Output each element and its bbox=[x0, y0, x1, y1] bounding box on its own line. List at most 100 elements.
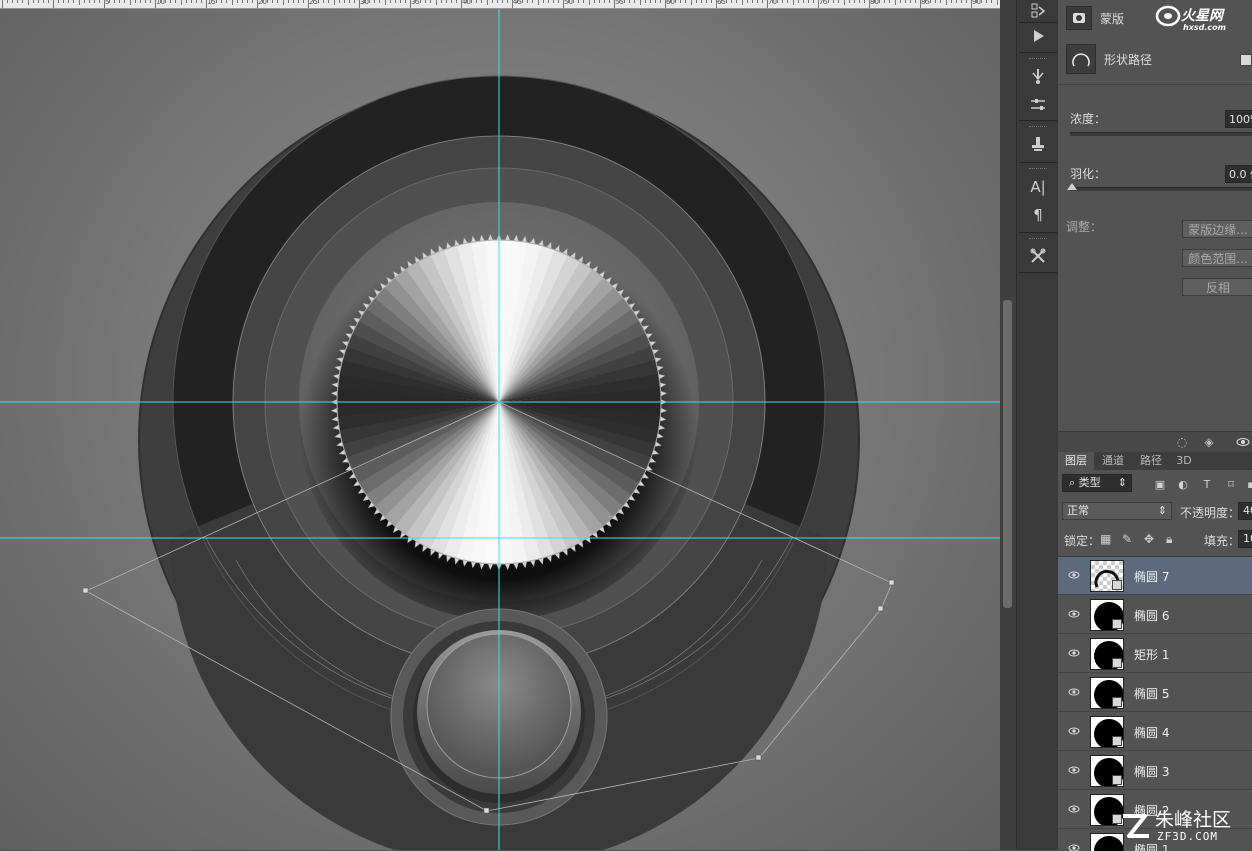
feather-slider[interactable] bbox=[1070, 187, 1252, 191]
vector-mask-icon[interactable] bbox=[1240, 54, 1252, 66]
ruler-tick bbox=[736, 0, 738, 3]
apply-mask-icon[interactable]: ◈ bbox=[1202, 435, 1216, 449]
visibility-eye-icon[interactable] bbox=[1236, 435, 1250, 449]
ruler-label: 40 bbox=[462, 0, 471, 6]
blend-mode-value: 正常 bbox=[1067, 504, 1089, 517]
knob-artwork bbox=[0, 8, 1000, 850]
ruler-tick bbox=[318, 0, 320, 3]
lock-transparent-icon[interactable]: ▦ bbox=[1100, 532, 1111, 546]
ruler-tick bbox=[904, 0, 906, 3]
ruler-tick bbox=[899, 0, 901, 3]
ruler-tick bbox=[42, 0, 44, 3]
ruler-tick bbox=[930, 0, 932, 3]
visibility-eye-icon[interactable] bbox=[1068, 608, 1080, 620]
zf3d-watermark: 朱峰社区 ZF3D.COM bbox=[1123, 809, 1231, 843]
filter-shape-icon[interactable]: ⌑ bbox=[1224, 478, 1238, 492]
feather-slider-knob[interactable] bbox=[1067, 183, 1077, 190]
tool-presets-icon[interactable] bbox=[1023, 245, 1053, 267]
layer-row[interactable]: 椭圆 4 bbox=[1058, 713, 1252, 751]
mask-mode-row[interactable]: 蒙版 bbox=[1066, 6, 1124, 30]
character-icon[interactable]: A| bbox=[1023, 176, 1053, 198]
filter-type-icon[interactable]: T bbox=[1200, 478, 1214, 492]
ruler-label: 35 bbox=[411, 0, 420, 6]
opacity-label: 不透明度： bbox=[1180, 506, 1241, 520]
fill-input[interactable]: 10 bbox=[1238, 530, 1252, 548]
ruler-tick bbox=[144, 0, 146, 3]
lock-paint-icon[interactable]: ✎ bbox=[1122, 532, 1132, 546]
density-input[interactable]: 100% bbox=[1225, 110, 1252, 128]
ruler-tick bbox=[450, 0, 452, 3]
panel-dock: A| ¶ bbox=[1016, 0, 1060, 850]
filter-pixel-icon[interactable]: ▣ bbox=[1153, 478, 1167, 492]
filter-smart-object-icon[interactable]: ▪ bbox=[1244, 478, 1252, 492]
lock-position-icon[interactable]: ✥ bbox=[1144, 532, 1154, 546]
clone-source-icon[interactable] bbox=[1023, 133, 1053, 155]
visibility-eye-icon[interactable] bbox=[1068, 569, 1080, 581]
lock-all-icon[interactable]: 🔒︎ bbox=[1166, 532, 1172, 547]
layer-row[interactable]: 矩形 1 bbox=[1058, 635, 1252, 673]
ruler-tick bbox=[12, 0, 14, 3]
ruler-tick bbox=[542, 0, 544, 3]
ruler-tick bbox=[384, 0, 386, 5]
ruler-tick bbox=[700, 0, 702, 3]
ruler-label: 30 bbox=[360, 0, 369, 6]
tab-paths[interactable]: 路径 bbox=[1133, 452, 1169, 470]
ruler-tick bbox=[659, 0, 661, 3]
opacity-input[interactable]: 40 bbox=[1238, 502, 1252, 520]
load-selection-icon[interactable]: ◌ bbox=[1175, 435, 1189, 449]
properties-panel: 蒙版 火星网 hxsd.com 形状路径 浓度： 100% 羽化： 0.0 像 … bbox=[1058, 0, 1252, 453]
blend-mode-select[interactable]: 正常 ⇕ bbox=[1062, 502, 1172, 520]
color-range-button[interactable]: 颜色范围... bbox=[1182, 249, 1252, 267]
visibility-eye-icon[interactable] bbox=[1068, 647, 1080, 659]
ruler-tick bbox=[695, 0, 697, 3]
ruler-tick bbox=[190, 0, 192, 3]
layer-row[interactable]: 椭圆 7 bbox=[1058, 557, 1252, 595]
ruler-tick bbox=[297, 0, 299, 3]
ruler-tick bbox=[435, 0, 437, 5]
ruler-label: 55 bbox=[615, 0, 624, 6]
document-canvas[interactable]: 5101520253035404550556065707580859095 bbox=[0, 0, 1000, 850]
tab-layers[interactable]: 图层 bbox=[1058, 452, 1094, 470]
play-action-icon[interactable] bbox=[1023, 25, 1053, 47]
ruler-label: 70 bbox=[768, 0, 777, 6]
ruler-tick bbox=[828, 0, 830, 3]
filter-kind-value: 类型 bbox=[1078, 476, 1101, 489]
ruler-tick bbox=[369, 0, 371, 3]
layer-row[interactable]: 椭圆 5 bbox=[1058, 674, 1252, 712]
horizontal-ruler[interactable]: 5101520253035404550556065707580859095 bbox=[0, 0, 1000, 9]
visibility-eye-icon[interactable] bbox=[1068, 803, 1080, 815]
layer-filter-select[interactable]: ⌕ 类型 ⇕ bbox=[1062, 474, 1132, 492]
filter-adjustment-icon[interactable]: ◐ bbox=[1176, 478, 1190, 492]
layer-name: 椭圆 5 bbox=[1134, 687, 1170, 701]
ruler-tick bbox=[83, 0, 85, 3]
vector-mask-thumbnail[interactable] bbox=[1066, 44, 1096, 74]
canvas-vertical-scrollbar[interactable] bbox=[1000, 0, 1016, 850]
layer-name: 椭圆 6 bbox=[1134, 609, 1170, 623]
scrollbar-thumb[interactable] bbox=[1003, 300, 1012, 608]
ruler-tick bbox=[32, 0, 34, 3]
ruler-tick bbox=[675, 0, 677, 3]
ruler-tick bbox=[552, 0, 554, 3]
visibility-eye-icon[interactable] bbox=[1068, 686, 1080, 698]
invert-button[interactable]: 反相 bbox=[1182, 278, 1252, 296]
tab-channels[interactable]: 通道 bbox=[1095, 452, 1131, 470]
layer-panel-tabs: 图层 通道 路径 3D bbox=[1058, 452, 1252, 470]
ruler-tick bbox=[47, 0, 49, 3]
properties-footer: ◌ ◈ bbox=[1058, 431, 1252, 453]
visibility-eye-icon[interactable] bbox=[1068, 764, 1080, 776]
tab-3d[interactable]: 3D bbox=[1171, 452, 1197, 470]
paragraph-icon[interactable]: ¶ bbox=[1023, 204, 1053, 226]
mask-edge-button[interactable]: 蒙版边缘... bbox=[1182, 220, 1252, 238]
pixel-mask-icon[interactable] bbox=[1066, 6, 1092, 30]
history-icon[interactable] bbox=[1023, 0, 1053, 22]
shape-path-row[interactable]: 形状路径 bbox=[1066, 44, 1152, 74]
brush-settings-icon[interactable] bbox=[1023, 94, 1053, 116]
ruler-tick bbox=[430, 0, 432, 3]
density-slider[interactable] bbox=[1070, 132, 1252, 136]
ruler-tick bbox=[17, 0, 19, 3]
feather-input[interactable]: 0.0 像 bbox=[1225, 165, 1252, 183]
visibility-eye-icon[interactable] bbox=[1068, 725, 1080, 737]
layer-row[interactable]: 椭圆 6 bbox=[1058, 596, 1252, 634]
layer-row[interactable]: 椭圆 3 bbox=[1058, 752, 1252, 790]
brush-preset-icon[interactable] bbox=[1023, 65, 1053, 87]
